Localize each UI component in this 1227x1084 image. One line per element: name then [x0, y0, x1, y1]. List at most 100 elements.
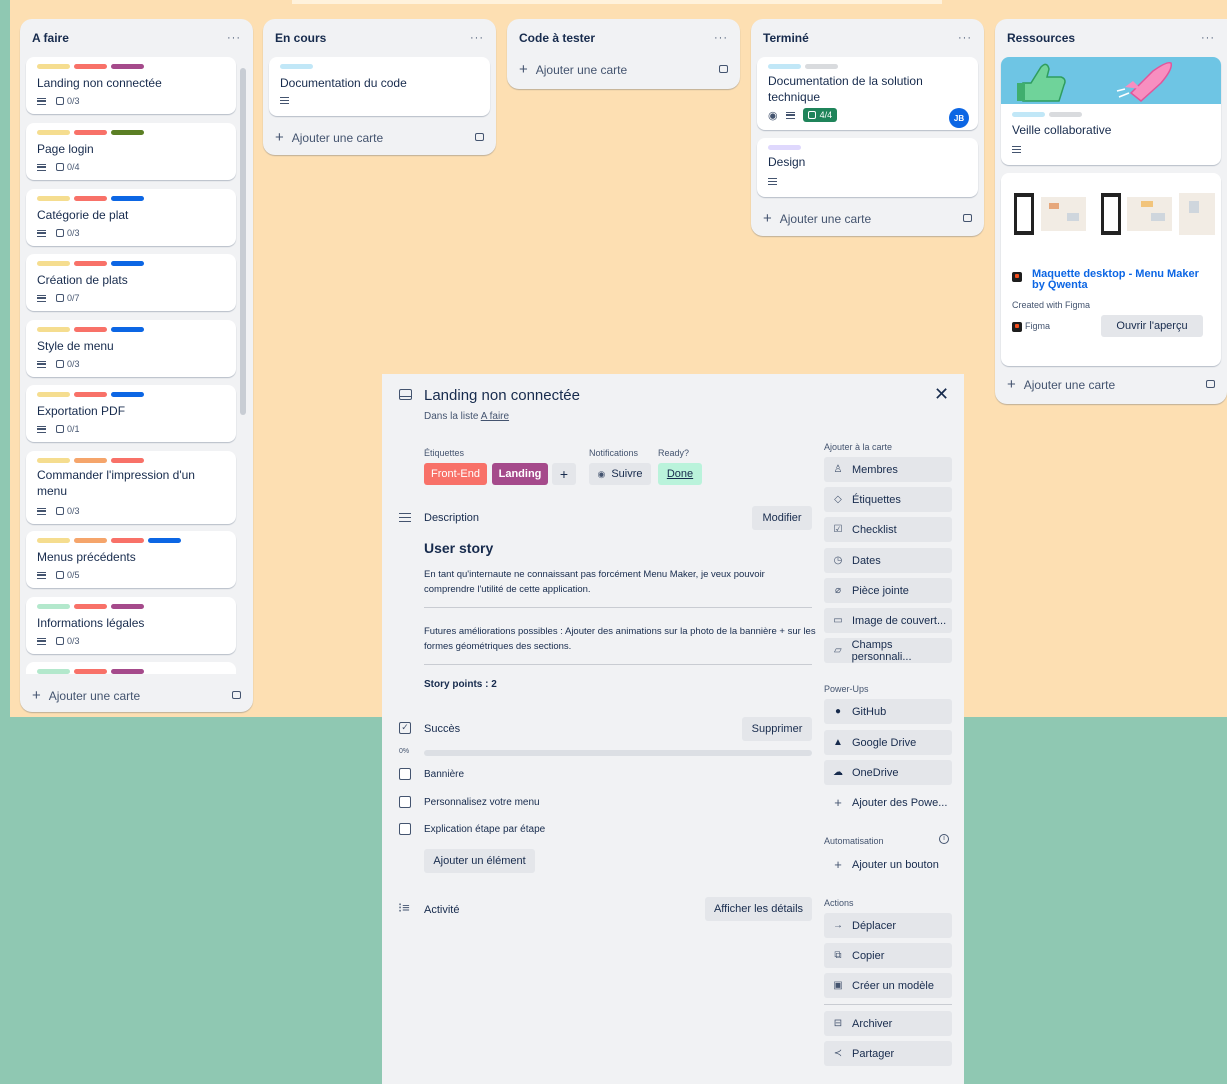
modal-title[interactable]: Landing non connectée	[424, 387, 580, 404]
activity-heading: Activité	[424, 904, 460, 916]
checklist-item-text[interactable]: Explication étape par étape	[424, 824, 545, 835]
share-button[interactable]: ≺ Partager	[824, 1041, 952, 1066]
checklist-icon	[56, 97, 64, 105]
future-text: Futures améliorations possibles : Ajoute…	[424, 626, 816, 652]
card-page-login[interactable]: Page login 0/4	[26, 123, 236, 180]
eye-icon: ◉	[768, 109, 778, 122]
list-scrollbar[interactable]	[240, 68, 246, 415]
add-powerups-label: Ajouter des Powe...	[852, 796, 948, 809]
checklist-item-checkbox[interactable]	[399, 796, 411, 808]
card-categorie[interactable]: Catégorie de plat 0/3	[26, 189, 236, 246]
list-termine: Terminé ··· Documentation de la solution…	[751, 19, 984, 236]
figma-mockup-thumbnails	[1014, 193, 1215, 235]
checklist-item-checkbox[interactable]	[399, 768, 411, 780]
info-icon[interactable]: i	[939, 834, 949, 844]
card-figma-link[interactable]: Maquette desktop - Menu Maker by Qwenta …	[1001, 173, 1221, 366]
edit-description-button[interactable]: Modifier	[752, 506, 812, 530]
checklist-item-text[interactable]: Personnalisez votre menu	[424, 797, 540, 808]
onedrive-button[interactable]: ☁ OneDrive	[824, 760, 952, 785]
in-list-prefix: Dans la liste	[424, 411, 479, 422]
add-card-button[interactable]: + Ajouter une carte	[763, 208, 972, 228]
checklist-icon	[56, 425, 64, 433]
card-partial[interactable]	[26, 662, 236, 674]
figma-small-icon	[1012, 322, 1022, 332]
add-card-button[interactable]: + Ajouter une carte	[275, 127, 484, 147]
card-menus-precedents[interactable]: Menus précédents 0/5	[26, 531, 236, 588]
copy-button[interactable]: ⧉ Copier	[824, 943, 952, 968]
show-details-button[interactable]: Afficher les détails	[705, 897, 812, 921]
move-button[interactable]: → Déplacer	[824, 913, 952, 938]
card-title: Exportation PDF	[37, 404, 126, 418]
list-menu-icon[interactable]: ···	[958, 32, 972, 44]
card-creation[interactable]: Création de plats 0/7	[26, 254, 236, 311]
template-icon[interactable]	[475, 133, 484, 141]
add-button-button[interactable]: + Ajouter un bouton	[824, 852, 952, 877]
card-landing[interactable]: Landing non connectée 0/3	[26, 57, 236, 114]
label-landing[interactable]: Landing	[492, 463, 548, 485]
add-item-label: Ajouter un élément	[433, 855, 526, 867]
checklist-icon	[56, 229, 64, 237]
card-commander[interactable]: Commander l'impression d'un menu 0/3	[26, 451, 236, 524]
list-menu-icon[interactable]: ···	[714, 32, 728, 44]
checklist-icon	[56, 637, 64, 645]
checklist-icon	[56, 571, 64, 579]
checklist-badge-complete: 4/4	[802, 108, 838, 122]
delete-checklist-button[interactable]: Supprimer	[742, 717, 812, 741]
figma-link-title[interactable]: Maquette desktop - Menu Maker by Qwenta	[1032, 269, 1202, 291]
follow-button[interactable]: ◉ Suivre	[589, 463, 651, 485]
close-icon[interactable]: ✕	[934, 384, 949, 405]
add-card-label: Ajouter une carte	[1023, 377, 1116, 392]
list-menu-icon[interactable]: ···	[1201, 32, 1215, 44]
checklist-button[interactable]: ☑ Checklist	[824, 517, 952, 542]
add-powerups-button[interactable]: + Ajouter des Powe...	[824, 790, 952, 815]
in-list-link[interactable]: A faire	[481, 411, 509, 422]
add-card-button[interactable]: + Ajouter une carte	[32, 685, 241, 705]
card-documentation-code[interactable]: Documentation du code	[269, 57, 490, 116]
dates-label: Dates	[852, 554, 881, 567]
github-button[interactable]: ● GitHub	[824, 699, 952, 724]
member-avatar[interactable]: JB	[949, 108, 969, 128]
add-card-button[interactable]: + Ajouter une carte	[519, 59, 728, 79]
powerups-heading: Power-Ups	[824, 684, 869, 694]
attachment-button[interactable]: ⌀ Pièce jointe	[824, 578, 952, 603]
checklist-count: 0/3	[67, 636, 80, 646]
board-top-strip	[292, 0, 942, 4]
list-menu-icon[interactable]: ···	[227, 32, 241, 44]
activity-icon: ⁝≡	[398, 900, 410, 915]
template-icon[interactable]	[719, 65, 728, 73]
card-style[interactable]: Style de menu 0/3	[26, 320, 236, 377]
archive-button[interactable]: ⊟ Archiver	[824, 1011, 952, 1036]
card-export[interactable]: Exportation PDF 0/1	[26, 385, 236, 442]
card-veille[interactable]: Veille collaborative	[1001, 57, 1221, 165]
progress-bar	[424, 750, 812, 756]
custom-fields-button[interactable]: ▱ Champs personnali...	[824, 638, 952, 663]
delete-label: Supprimer	[751, 723, 803, 735]
card-informations[interactable]: Informations légales 0/3	[26, 597, 236, 654]
label-front-end[interactable]: Front-End	[424, 463, 487, 485]
members-button[interactable]: ♙ Membres	[824, 457, 952, 482]
eye-icon: ◉	[597, 468, 606, 479]
checklist-item-text[interactable]: Bannière	[424, 769, 464, 780]
description-icon	[1012, 146, 1021, 153]
checklist-count: 0/3	[67, 359, 80, 369]
card-title: Informations légales	[37, 616, 145, 630]
checklist-item-checkbox[interactable]	[399, 823, 411, 835]
template-icon: ▣	[833, 980, 843, 991]
template-icon[interactable]	[1206, 380, 1215, 388]
add-checklist-item-button[interactable]: Ajouter un élément	[424, 849, 535, 873]
card-documentation-solution[interactable]: Documentation de la solution technique ◉…	[757, 57, 978, 130]
card-design[interactable]: Design	[757, 138, 978, 197]
dates-button[interactable]: ◷ Dates	[824, 548, 952, 573]
template-icon[interactable]	[963, 214, 972, 222]
open-preview-button[interactable]: Ouvrir l'aperçu	[1101, 315, 1203, 337]
cover-button[interactable]: ▭ Image de couvert...	[824, 608, 952, 633]
ready-done-field[interactable]: Done	[658, 463, 702, 485]
template-icon[interactable]	[232, 691, 241, 699]
list-menu-icon[interactable]: ···	[470, 32, 484, 44]
add-label-button[interactable]: +	[552, 463, 576, 485]
make-template-button[interactable]: ▣ Créer un modèle	[824, 973, 952, 998]
google-drive-button[interactable]: ▲ Google Drive	[824, 730, 952, 755]
labels-button[interactable]: ◇ Étiquettes	[824, 487, 952, 512]
actions-heading: Actions	[824, 898, 854, 908]
add-card-button[interactable]: + Ajouter une carte	[1007, 374, 1215, 394]
